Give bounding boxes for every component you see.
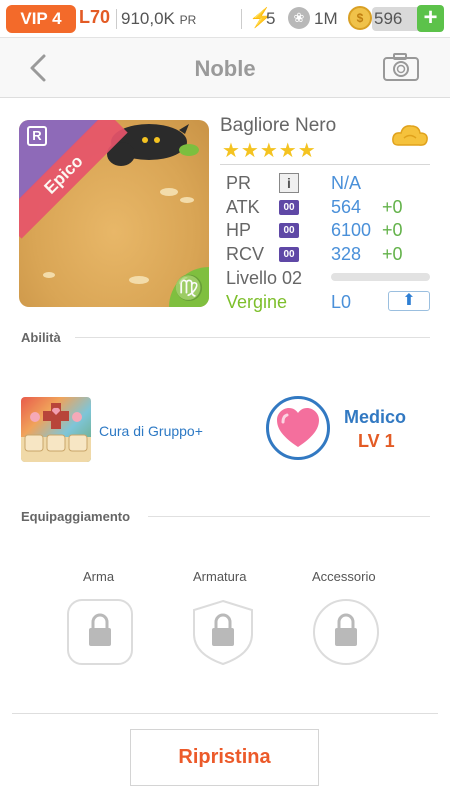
divider [220, 164, 430, 165]
arrow-up-icon: ⬆ [402, 292, 416, 309]
slot-label-armor: Armatura [193, 569, 247, 584]
coin-icon: $ [348, 6, 372, 30]
stat-value: N/A [331, 173, 362, 193]
stat-label: RCV [226, 244, 265, 264]
paw-icon: ❀ [288, 7, 310, 29]
nav-bar: Noble [0, 38, 450, 98]
section-title-ability: Abilità [21, 330, 61, 345]
divider [12, 713, 438, 714]
stat-value: 328 [331, 244, 362, 264]
stat-value: 6100 [331, 220, 372, 240]
armor-slot-lock-icon[interactable] [189, 598, 257, 666]
stat-bonus: +0 [382, 220, 403, 240]
zodiac-sign-label: Vergine [226, 292, 288, 312]
paws-value: 1M [314, 9, 338, 28]
stat-label: HP [226, 220, 252, 240]
level-progress-bar [331, 273, 430, 281]
stat-label: ATK [226, 197, 260, 217]
cloud-icon[interactable] [390, 121, 430, 151]
info-icon[interactable]: i [279, 173, 299, 193]
add-coins-button[interactable]: + [417, 5, 444, 32]
camera-icon[interactable] [382, 52, 420, 82]
player-level: L70 [79, 7, 111, 27]
status-bar: VIP 4 L70 910,0K PR ⚡ 5 ❀ 1M $ 596 + [0, 0, 450, 38]
weapon-slot-lock-icon[interactable] [66, 598, 134, 666]
stat-bonus: +0 [382, 244, 403, 264]
sign-level: L0 [331, 292, 352, 312]
energy-value: 5 [266, 9, 276, 28]
card-corner-badge: R [27, 126, 47, 146]
vip-badge[interactable]: VIP 4 [6, 5, 76, 33]
coins-value: 596 [374, 9, 403, 28]
ability-icon[interactable] [21, 397, 91, 462]
level-label: Livello 02 [226, 268, 303, 288]
slot-label-accessory: Accessorio [312, 569, 376, 584]
stat-bonus: +0 [382, 197, 403, 217]
stat-badge: 00 [279, 200, 299, 215]
divider [116, 9, 117, 29]
reset-button[interactable]: Ripristina [130, 729, 319, 786]
role-title: Medico [344, 407, 407, 427]
role-badge[interactable] [266, 396, 330, 460]
stat-badge: 00 [279, 247, 299, 262]
power-value: 910,0K PR [121, 9, 197, 28]
pet-name: Bagliore Nero [220, 115, 337, 136]
divider [148, 516, 430, 517]
stat-value: 564 [331, 197, 362, 217]
role-level: LV 1 [358, 431, 395, 451]
heart-icon [277, 408, 319, 447]
ability-art [21, 403, 91, 462]
pet-card-image[interactable]: R Epico ♍ [19, 120, 209, 307]
section-title-equipment: Equipaggiamento [21, 509, 131, 524]
star-rating: ★★★★★ [222, 140, 317, 162]
accessory-slot-lock-icon[interactable] [312, 598, 380, 666]
upgrade-sign-button[interactable]: ⬆ [388, 291, 430, 311]
divider [75, 337, 430, 338]
stat-badge: 00 [279, 223, 299, 238]
stat-label: PR [226, 173, 252, 193]
ability-name[interactable]: Cura di Gruppo+ [99, 423, 203, 439]
divider [241, 9, 242, 29]
slot-label-weapon: Arma [83, 569, 115, 584]
